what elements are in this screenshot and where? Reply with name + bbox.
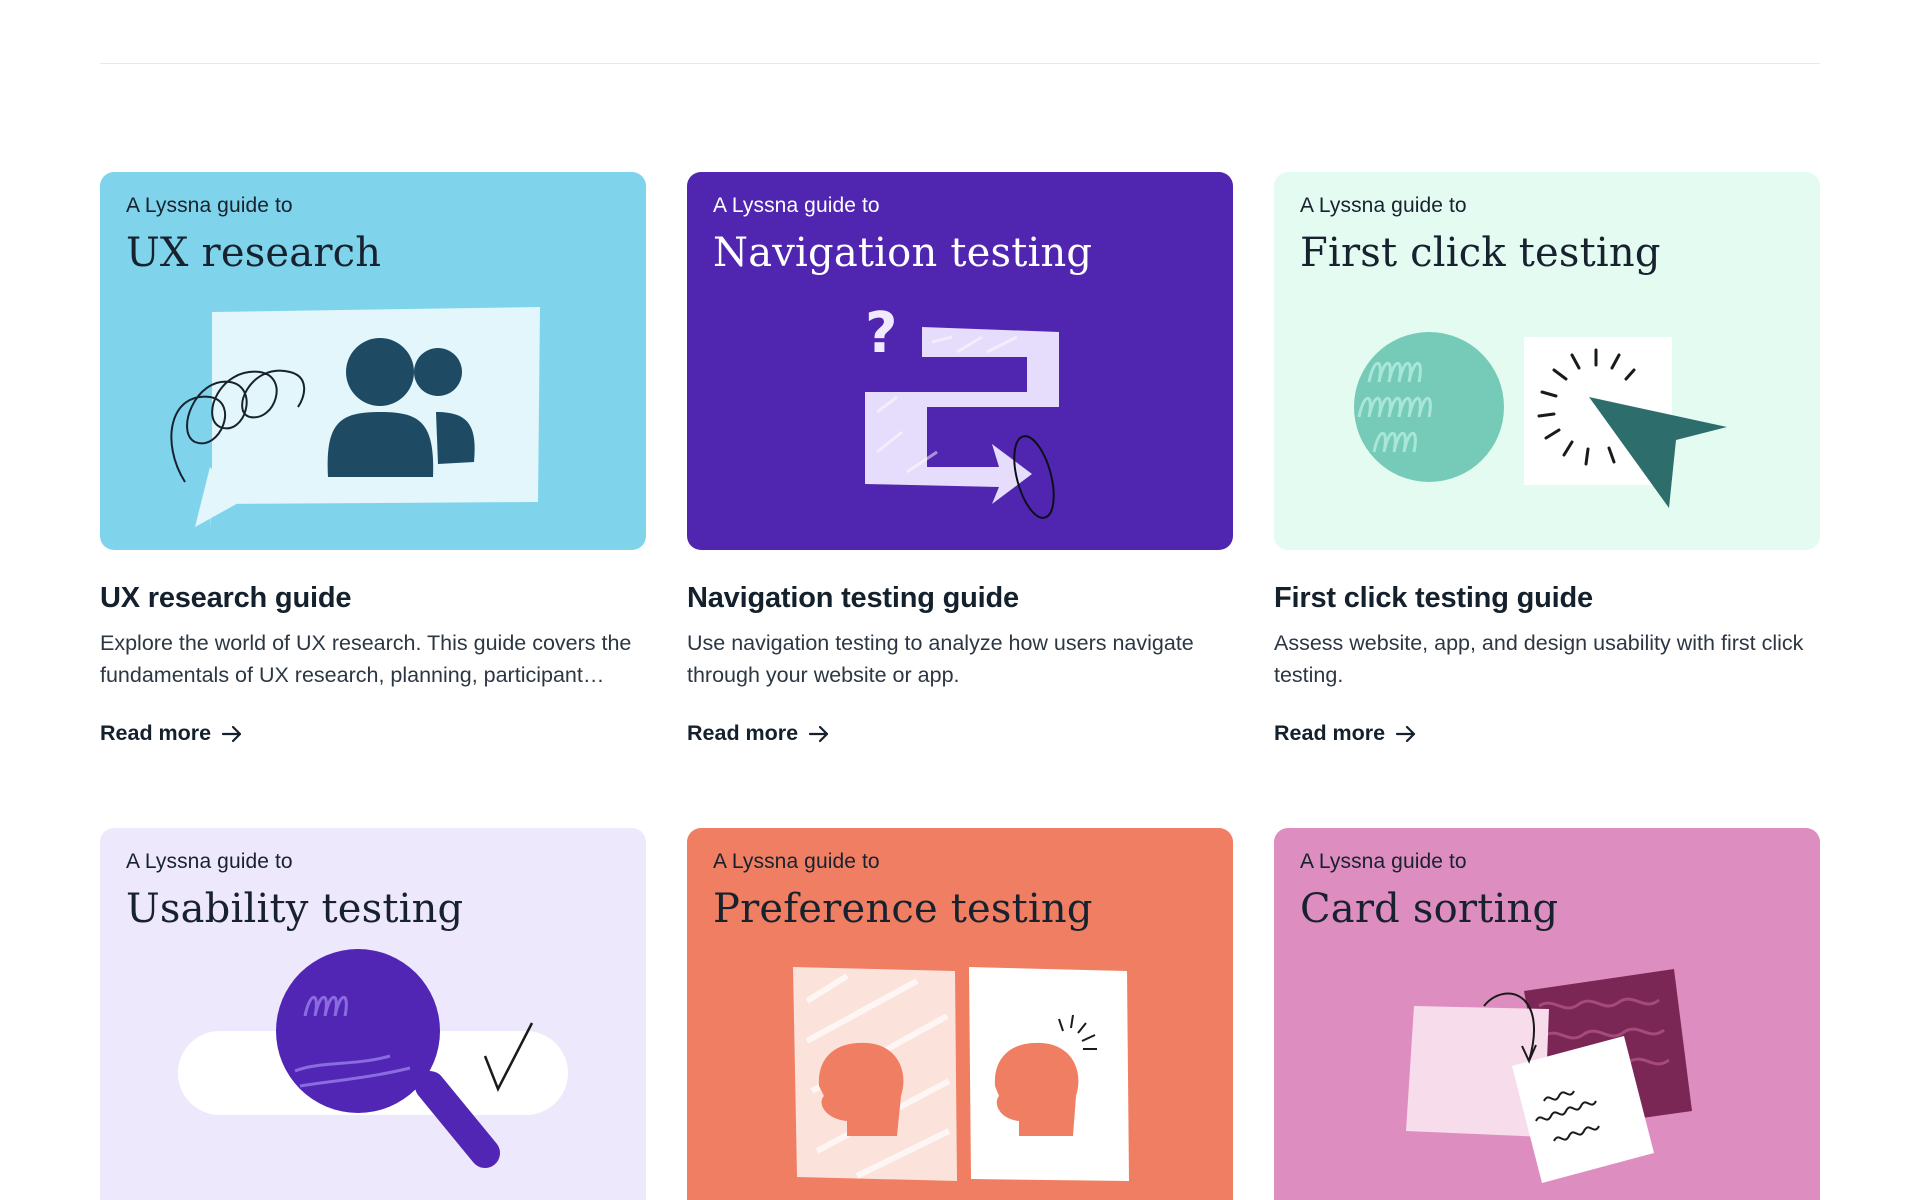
guide-hero-first-click-testing[interactable]: A Lyssna guide to First click testing bbox=[1274, 172, 1820, 550]
guides-grid: A Lyssna guide to UX research UX researc… bbox=[100, 172, 1820, 1200]
guide-kicker: A Lyssna guide to bbox=[1300, 194, 1467, 217]
guide-hero-title: Preference testing bbox=[713, 886, 1093, 932]
read-more-link[interactable]: Read more bbox=[1274, 721, 1417, 746]
section-divider bbox=[100, 63, 1820, 64]
guide-kicker: A Lyssna guide to bbox=[126, 194, 293, 217]
guide-description: Use navigation testing to analyze how us… bbox=[687, 631, 1194, 687]
read-more-link[interactable]: Read more bbox=[687, 721, 830, 746]
path-arrow-icon: ? bbox=[865, 301, 1059, 519]
cards-icon bbox=[1406, 969, 1692, 1183]
guide-card-usability-testing[interactable]: A Lyssna guide to Usability testing bbox=[100, 828, 646, 1200]
read-more-label: Read more bbox=[1274, 721, 1386, 745]
guide-description: Assess website, app, and design usabilit… bbox=[1274, 631, 1804, 687]
guide-hero-title: UX research bbox=[126, 230, 382, 276]
guide-card-card-sorting[interactable]: A Lyssna guide to Card sorting bbox=[1274, 828, 1820, 1200]
guide-kicker: A Lyssna guide to bbox=[713, 194, 880, 217]
svg-text:?: ? bbox=[865, 301, 897, 366]
guide-card-preference-testing[interactable]: A Lyssna guide to Preference testing bbox=[687, 828, 1233, 1200]
guide-kicker: A Lyssna guide to bbox=[713, 850, 880, 873]
people-icon bbox=[170, 307, 540, 528]
cursor-click-icon bbox=[1354, 332, 1727, 508]
arrow-right-icon bbox=[809, 725, 829, 742]
guide-card-first-click-testing[interactable]: A Lyssna guide to First click testing Fi… bbox=[1274, 172, 1820, 828]
guide-hero-card-sorting[interactable]: A Lyssna guide to Card sorting bbox=[1274, 828, 1820, 1200]
guide-title[interactable]: First click testing guide bbox=[1274, 582, 1593, 615]
guide-kicker: A Lyssna guide to bbox=[1300, 850, 1467, 873]
guide-card-ux-research[interactable]: A Lyssna guide to UX research UX researc… bbox=[100, 172, 646, 828]
guide-hero-navigation-testing[interactable]: ? A Lyssna guide to Navigation testing bbox=[687, 172, 1233, 550]
read-more-label: Read more bbox=[687, 721, 799, 745]
guide-hero-usability-testing[interactable]: A Lyssna guide to Usability testing bbox=[100, 828, 646, 1200]
arrow-right-icon bbox=[222, 725, 242, 742]
arrow-right-icon bbox=[1396, 725, 1416, 742]
guide-hero-title: First click testing bbox=[1300, 230, 1661, 276]
guide-hero-preference-testing[interactable]: A Lyssna guide to Preference testing bbox=[687, 828, 1233, 1200]
read-more-label: Read more bbox=[100, 721, 212, 745]
read-more-link[interactable]: Read more bbox=[100, 721, 243, 746]
guide-hero-title: Usability testing bbox=[126, 886, 464, 932]
guide-hero-title: Navigation testing bbox=[713, 230, 1093, 276]
guide-card-navigation-testing[interactable]: ? A Lyssna guide to Navigation testing N… bbox=[687, 172, 1233, 828]
guide-hero-ux-research[interactable]: A Lyssna guide to UX research bbox=[100, 172, 646, 550]
guide-title[interactable]: UX research guide bbox=[100, 582, 351, 615]
guide-kicker: A Lyssna guide to bbox=[126, 850, 293, 873]
heads-comparison-icon bbox=[793, 967, 1129, 1181]
guide-title[interactable]: Navigation testing guide bbox=[687, 582, 1019, 615]
guide-description: Explore the world of UX research. This g… bbox=[100, 631, 632, 687]
magnifier-icon bbox=[178, 949, 568, 1168]
guide-hero-title: Card sorting bbox=[1300, 886, 1559, 932]
